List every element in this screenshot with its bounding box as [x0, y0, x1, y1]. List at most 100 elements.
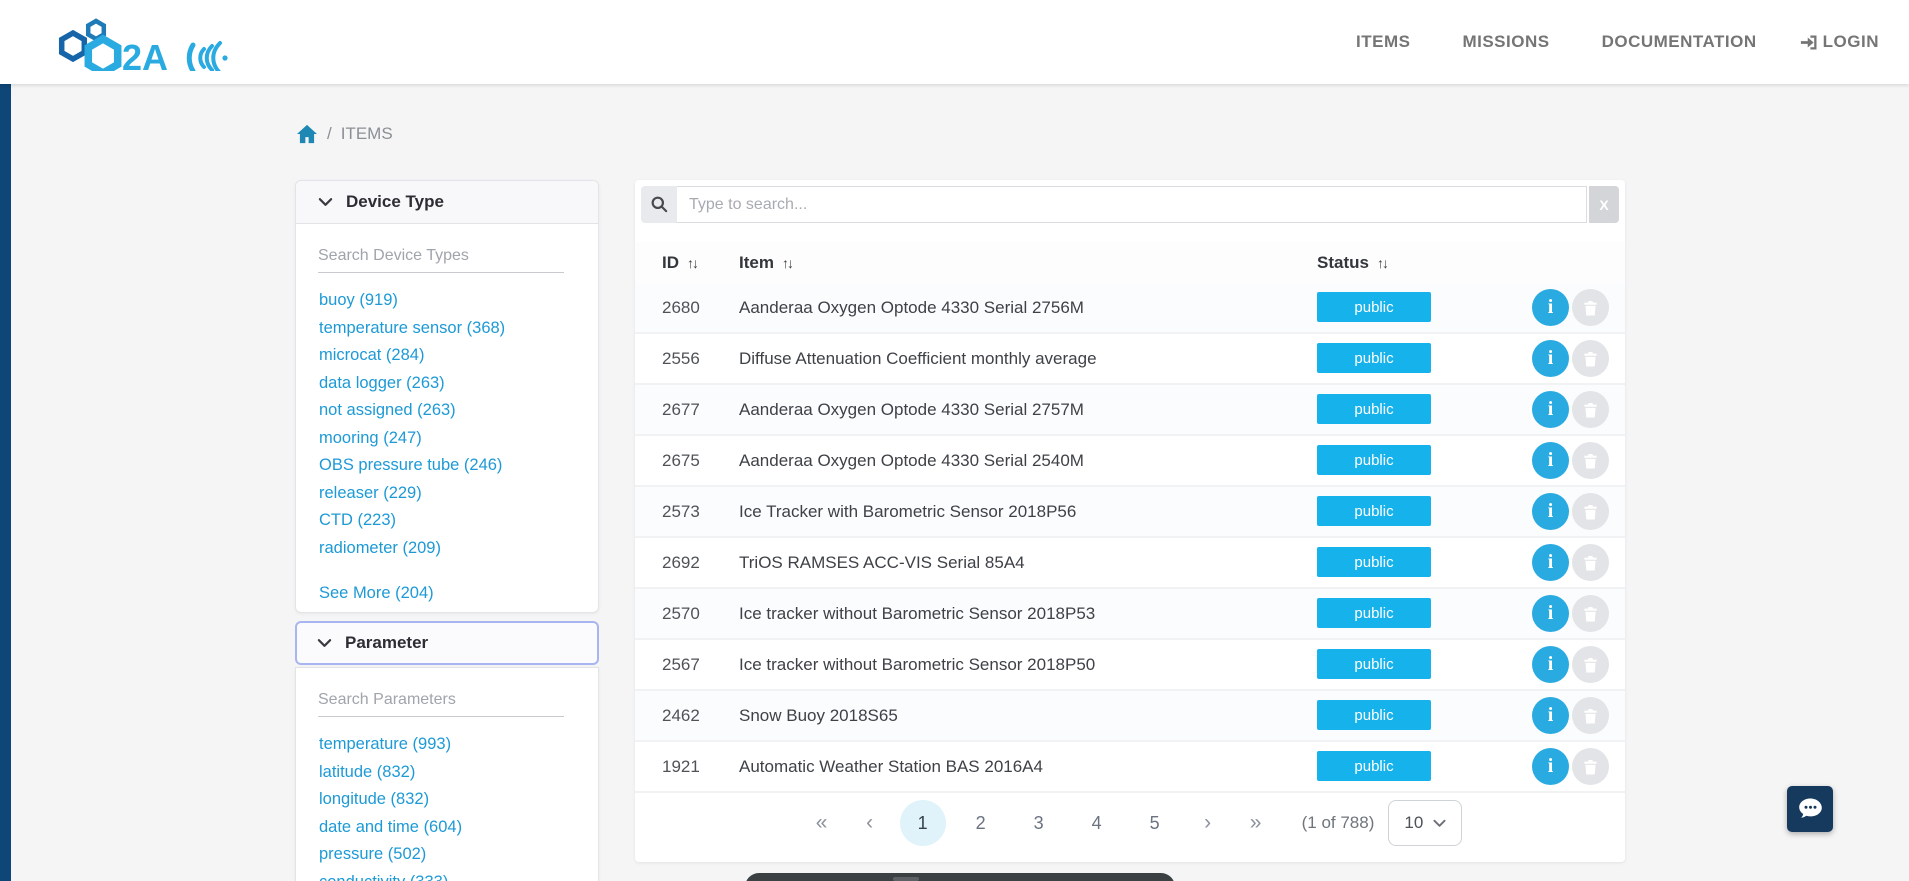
delete-button[interactable] — [1572, 595, 1609, 632]
device-type-filter-link[interactable]: CTD (223) — [319, 507, 580, 535]
info-button[interactable]: i — [1532, 340, 1569, 377]
nav-item-items[interactable]: ITEMS — [1356, 32, 1410, 52]
delete-button[interactable] — [1572, 442, 1609, 479]
row-item: Aanderaa Oxygen Optode 4330 Serial 2540M — [739, 450, 1084, 470]
row-item: TriOS RAMSES ACC-VIS Serial 85A4 — [739, 552, 1025, 572]
page-button-5[interactable]: 5 — [1132, 800, 1178, 846]
row-item: Aanderaa Oxygen Optode 4330 Serial 2756M — [739, 297, 1084, 317]
sort-icon[interactable]: ↑↓ — [1377, 255, 1389, 271]
parameter-filter-link[interactable]: date and time (604) — [319, 814, 580, 842]
info-button[interactable]: i — [1532, 697, 1569, 734]
parameter-filter-link[interactable]: longitude (832) — [319, 786, 580, 814]
device-type-header[interactable]: Device Type — [296, 181, 598, 224]
info-button[interactable]: i — [1532, 391, 1569, 428]
info-button[interactable]: i — [1532, 493, 1569, 530]
info-icon: i — [1547, 500, 1554, 522]
delete-button[interactable] — [1572, 493, 1609, 530]
row-item: Ice Tracker with Barometric Sensor 2018P… — [739, 501, 1077, 521]
trash-icon — [1584, 708, 1597, 723]
chat-button[interactable] — [1787, 786, 1833, 832]
device-type-filter-link[interactable]: mooring (247) — [319, 425, 580, 453]
info-icon: i — [1547, 347, 1554, 369]
breadcrumb-separator: / — [327, 124, 332, 143]
info-button[interactable]: i — [1532, 442, 1569, 479]
device-type-filter-link[interactable]: not assigned (263) — [319, 397, 580, 425]
table-row[interactable]: 1921 Automatic Weather Station BAS 2016A4… — [635, 742, 1625, 793]
delete-button[interactable] — [1572, 289, 1609, 326]
sort-icon[interactable]: ↑↓ — [687, 255, 699, 271]
table-row[interactable]: 2675 Aanderaa Oxygen Optode 4330 Serial 2… — [635, 436, 1625, 487]
parameter-filter-link[interactable]: conductivity (333) — [319, 869, 580, 881]
column-header-item[interactable]: Item ↑↓ — [739, 242, 794, 283]
info-button[interactable]: i — [1532, 595, 1569, 632]
status-badge: public — [1317, 496, 1431, 526]
parameter-filter-link[interactable]: pressure (502) — [319, 841, 580, 869]
toast-handle — [893, 877, 919, 881]
row-id: 1921 — [662, 756, 700, 776]
breadcrumb-home-link[interactable] — [296, 124, 318, 144]
page-size-select[interactable]: 10 — [1388, 800, 1463, 846]
table-row[interactable]: 2570 Ice tracker without Barometric Senso… — [635, 589, 1625, 640]
sort-icon[interactable]: ↑↓ — [782, 255, 794, 271]
table-row[interactable]: 2680 Aanderaa Oxygen Optode 4330 Serial 2… — [635, 283, 1625, 334]
prev-page-button[interactable]: ‹ — [849, 800, 891, 846]
device-type-filter-link[interactable]: buoy (919) — [319, 287, 580, 315]
page-button-4[interactable]: 4 — [1074, 800, 1120, 846]
login-button[interactable]: LOGIN — [1799, 32, 1879, 52]
device-type-filter-link[interactable]: radiometer (209) — [319, 535, 580, 563]
status-badge: public — [1317, 751, 1431, 781]
next-page-button[interactable]: › — [1187, 800, 1229, 846]
table-row[interactable]: 2462 Snow Buoy 2018S65 public i — [635, 691, 1625, 742]
table-body: 2680 Aanderaa Oxygen Optode 4330 Serial 2… — [635, 283, 1625, 793]
page-button-3[interactable]: 3 — [1016, 800, 1062, 846]
device-type-filter-link[interactable]: data logger (263) — [319, 370, 580, 398]
row-id: 2570 — [662, 603, 700, 623]
o2a-logo[interactable]: 2A — [28, 13, 238, 71]
nav-item-documentation[interactable]: DOCUMENTATION — [1602, 32, 1757, 52]
info-button[interactable]: i — [1532, 289, 1569, 326]
device-type-search-input[interactable] — [318, 240, 564, 273]
parameter-search-input[interactable] — [318, 684, 564, 717]
parameter-filter-link[interactable]: temperature (993) — [319, 731, 580, 759]
delete-button[interactable] — [1572, 544, 1609, 581]
delete-button[interactable] — [1572, 391, 1609, 428]
device-type-filter-link[interactable]: OBS pressure tube (246) — [319, 452, 580, 480]
table-search-input[interactable] — [677, 186, 1587, 223]
row-id: 2567 — [662, 654, 700, 674]
device-type-filter-link[interactable]: microcat (284) — [319, 342, 580, 370]
device-type-filter-link[interactable]: releaser (229) — [319, 480, 580, 508]
info-icon: i — [1547, 449, 1554, 471]
info-icon: i — [1547, 704, 1554, 726]
table-row[interactable]: 2556 Diffuse Attenuation Coefficient mont… — [635, 334, 1625, 385]
column-header-status[interactable]: Status ↑↓ — [1317, 242, 1389, 283]
info-button[interactable]: i — [1532, 646, 1569, 683]
info-button[interactable]: i — [1532, 544, 1569, 581]
clear-search-button[interactable]: X — [1589, 186, 1619, 223]
parameter-filter-link[interactable]: latitude (832) — [319, 759, 580, 787]
status-badge: public — [1317, 598, 1431, 628]
see-more-link[interactable]: See More (204) — [319, 580, 580, 608]
table-row[interactable]: 2677 Aanderaa Oxygen Optode 4330 Serial 2… — [635, 385, 1625, 436]
info-icon: i — [1547, 653, 1554, 675]
info-icon: i — [1547, 602, 1554, 624]
column-header-id[interactable]: ID ↑↓ — [662, 242, 699, 283]
table-row[interactable]: 2573 Ice Tracker with Barometric Sensor 2… — [635, 487, 1625, 538]
nav-item-missions[interactable]: MISSIONS — [1462, 32, 1549, 52]
first-page-button[interactable]: « — [801, 800, 843, 846]
page-button-2[interactable]: 2 — [958, 800, 1004, 846]
delete-button[interactable] — [1572, 748, 1609, 785]
info-icon: i — [1547, 296, 1554, 318]
table-row[interactable]: 2567 Ice tracker without Barometric Senso… — [635, 640, 1625, 691]
row-item: Ice tracker without Barometric Sensor 20… — [739, 603, 1096, 623]
device-type-filter-link[interactable]: temperature sensor (368) — [319, 315, 580, 343]
delete-button[interactable] — [1572, 697, 1609, 734]
delete-button[interactable] — [1572, 646, 1609, 683]
top-navbar: 2A ITEMS MISSIONS DOCUMENTATION LOGIN — [0, 0, 1909, 84]
info-button[interactable]: i — [1532, 748, 1569, 785]
page-button-1[interactable]: 1 — [899, 800, 946, 846]
row-id: 2573 — [662, 501, 700, 521]
table-row[interactable]: 2692 TriOS RAMSES ACC-VIS Serial 85A4 publ… — [635, 538, 1625, 589]
last-page-button[interactable]: » — [1235, 800, 1277, 846]
parameter-header[interactable]: Parameter — [295, 621, 599, 665]
delete-button[interactable] — [1572, 340, 1609, 377]
